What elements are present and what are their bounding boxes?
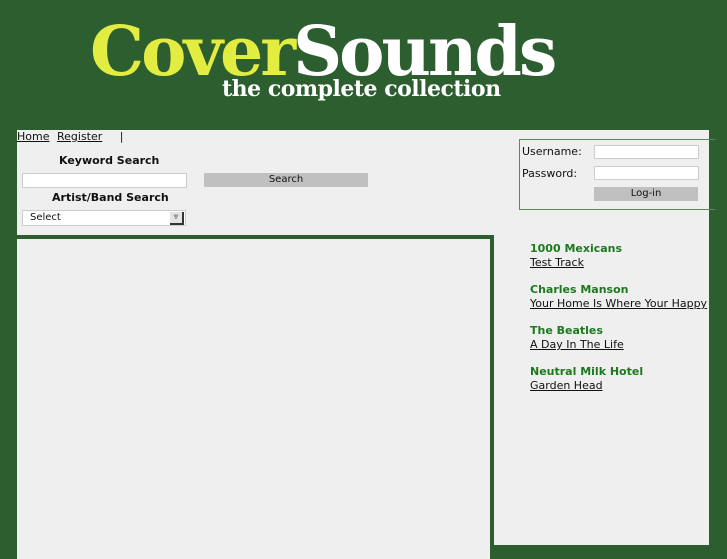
login-button[interactable]: Log-in — [594, 187, 698, 201]
search-button[interactable]: Search — [204, 173, 368, 187]
recent-tracks-list: 1000 Mexicans Test Track Charles Manson … — [530, 242, 707, 406]
artist-select[interactable]: Select ▼ — [22, 210, 186, 226]
keyword-search-input[interactable] — [22, 173, 187, 188]
content-panel: Home Register | Keyword Search Search Ar… — [17, 130, 715, 559]
track-link[interactable]: Garden Head — [530, 379, 707, 393]
password-label: Password: — [522, 167, 578, 180]
top-nav: Home Register | — [17, 130, 124, 143]
artist-name: The Beatles — [530, 324, 603, 337]
artist-name: Neutral Milk Hotel — [530, 365, 644, 378]
track-link[interactable]: A Day In The Life — [530, 338, 707, 352]
username-label: Username: — [522, 145, 582, 158]
list-item: Neutral Milk Hotel Garden Head — [530, 365, 707, 393]
track-link[interactable]: Your Home Is Where Your Happy — [530, 297, 707, 311]
list-item: The Beatles A Day In The Life — [530, 324, 707, 352]
username-input[interactable] — [594, 145, 699, 159]
nav-separator: | — [119, 130, 124, 143]
list-item: Charles Manson Your Home Is Where Your H… — [530, 283, 707, 311]
artist-name: 1000 Mexicans — [530, 242, 623, 255]
site-logo[interactable]: CoverSounds the complete collection — [90, 12, 650, 107]
nav-register-link[interactable]: Register — [57, 130, 102, 143]
chevron-down-icon[interactable]: ▼ — [170, 212, 184, 225]
login-box: Username: Password: Log-in — [519, 139, 715, 210]
main-content-area — [17, 235, 494, 559]
keyword-search-title: Keyword Search — [59, 154, 160, 167]
artist-search-title: Artist/Band Search — [52, 191, 169, 204]
artist-name: Charles Manson — [530, 283, 629, 296]
nav-home-link[interactable]: Home — [17, 130, 49, 143]
list-item: 1000 Mexicans Test Track — [530, 242, 707, 270]
artist-select-value: Select — [30, 212, 61, 223]
password-input[interactable] — [594, 166, 699, 180]
track-link[interactable]: Test Track — [530, 256, 707, 270]
logo-tagline: the complete collection — [222, 76, 501, 102]
